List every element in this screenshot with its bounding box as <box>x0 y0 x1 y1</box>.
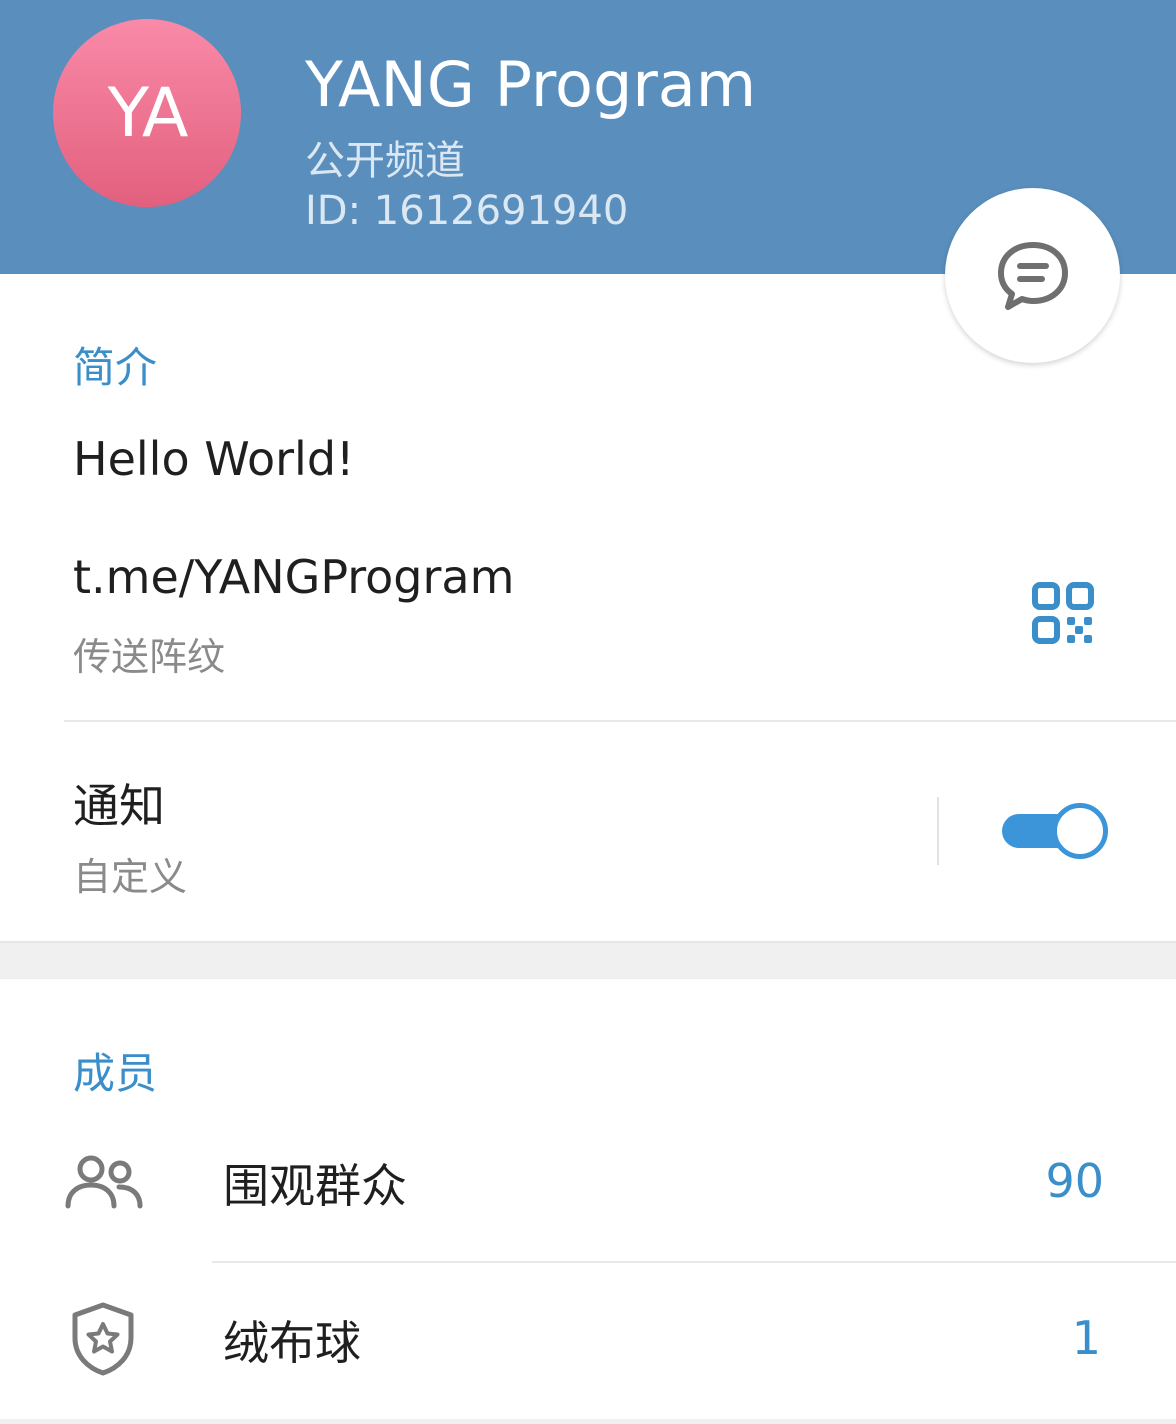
message-button[interactable] <box>945 188 1120 363</box>
channel-title: YANG Program <box>305 48 757 121</box>
section-gap <box>0 941 1176 979</box>
channel-link[interactable]: t.me/YANGProgram <box>73 550 514 604</box>
channel-link-caption: 传送阵纹 <box>73 635 226 679</box>
divider <box>64 720 1176 722</box>
shield-star-icon <box>72 1302 134 1376</box>
members-row-label: 围观群众 <box>223 1159 407 1213</box>
qr-code-icon[interactable] <box>1032 582 1094 644</box>
channel-id: ID: 1612691940 <box>305 188 629 234</box>
about-section-title: 简介 <box>73 343 158 392</box>
members-row-count: 1 <box>1071 1311 1101 1365</box>
avatar-initials: YA <box>107 73 189 153</box>
chat-bubble-icon <box>997 241 1068 310</box>
notifications-status: 自定义 <box>73 855 188 899</box>
members-row-count: 90 <box>1045 1154 1104 1208</box>
vertical-separator <box>937 797 939 865</box>
avatar[interactable]: YA <box>53 19 241 207</box>
users-icon <box>65 1155 143 1209</box>
channel-type: 公开频道 <box>305 138 465 184</box>
toggle-knob <box>1052 803 1108 859</box>
members-section-title: 成员 <box>73 1049 158 1098</box>
about-text[interactable]: Hello World! <box>73 432 354 486</box>
notifications-label[interactable]: 通知 <box>73 770 165 836</box>
members-row-label: 绒布球 <box>223 1316 361 1370</box>
bottom-edge <box>0 1419 1176 1424</box>
notifications-toggle[interactable] <box>1002 800 1110 862</box>
channel-info-page: YA YANG Program 公开频道 ID: 1612691940 简介 H… <box>0 0 1176 1424</box>
divider <box>212 1261 1176 1263</box>
